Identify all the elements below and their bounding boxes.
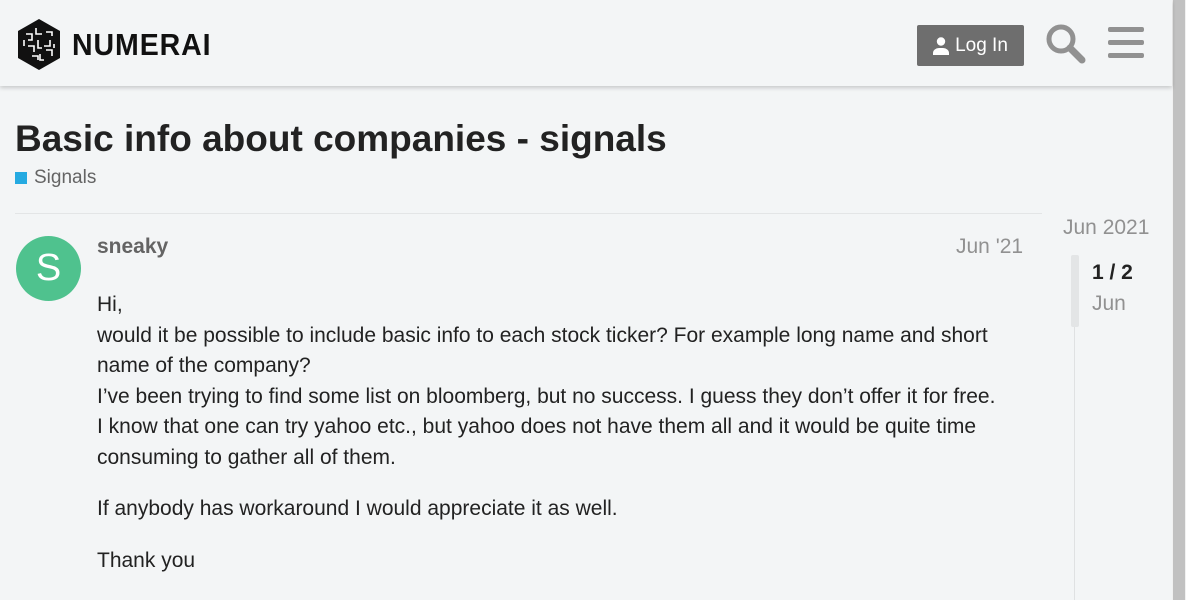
post-body: Hi, would it be possible to include basi… [97,290,1037,597]
timeline-scroll-handle[interactable] [1071,255,1079,327]
post-paragraph: Thank you [97,548,196,572]
timeline-position: 1 / 2 [1092,261,1133,284]
timeline-start-date[interactable]: Jun 2021 [1063,216,1149,240]
login-button[interactable]: Log In [917,25,1024,66]
search-icon[interactable] [1044,22,1086,64]
scrollbar-thumb[interactable] [1173,0,1185,600]
post-date[interactable]: Jun '21 [956,235,1023,259]
user-icon [933,36,950,55]
category-badge[interactable]: Signals [15,167,96,189]
topic-title[interactable]: Basic info about companies - signals [15,118,667,160]
brand-name: NUMERAI [72,26,212,62]
numerai-logo-icon [18,19,60,70]
post-paragraph: If anybody has workaround I would apprec… [97,497,618,520]
site-header: NUMERAI Log In [0,0,1172,86]
post-username[interactable]: sneaky [97,235,168,259]
category-label: Signals [34,167,97,188]
site-logo[interactable]: NUMERAI [16,18,224,71]
page-scrollbar[interactable] [1172,0,1186,600]
hamburger-menu-icon[interactable] [1106,22,1148,64]
topic-divider [15,213,1042,214]
category-color-square [15,172,27,184]
timeline-current-date: Jun [1092,292,1126,315]
avatar-letter: S [35,247,62,289]
login-label: Log In [955,34,1008,56]
avatar[interactable]: S [16,236,81,301]
post-paragraph: Hi, would it be possible to include basi… [97,293,996,469]
